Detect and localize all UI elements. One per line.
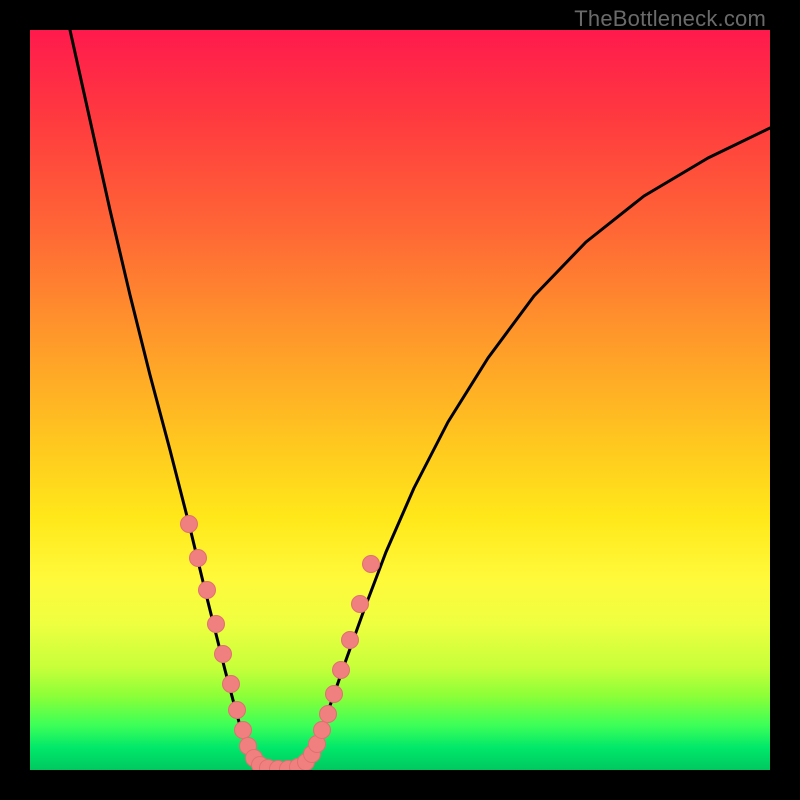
plot-area xyxy=(30,30,770,770)
chart-frame: TheBottleneck.com xyxy=(0,0,800,800)
marker-dot xyxy=(215,646,232,663)
marker-dot xyxy=(352,596,369,613)
marker-dot xyxy=(326,686,343,703)
marker-dot xyxy=(181,516,198,533)
marker-dot xyxy=(320,706,337,723)
marker-dot xyxy=(314,722,331,739)
marker-dots xyxy=(181,516,380,771)
curve-layer xyxy=(30,30,770,770)
marker-dot xyxy=(363,556,380,573)
marker-dot xyxy=(333,662,350,679)
marker-dot xyxy=(235,722,252,739)
marker-dot xyxy=(223,676,240,693)
marker-dot xyxy=(208,616,225,633)
marker-dot xyxy=(342,632,359,649)
marker-dot xyxy=(190,550,207,567)
watermark-text: TheBottleneck.com xyxy=(574,6,766,32)
bottleneck-curve xyxy=(70,30,770,769)
marker-dot xyxy=(199,582,216,599)
marker-dot xyxy=(229,702,246,719)
